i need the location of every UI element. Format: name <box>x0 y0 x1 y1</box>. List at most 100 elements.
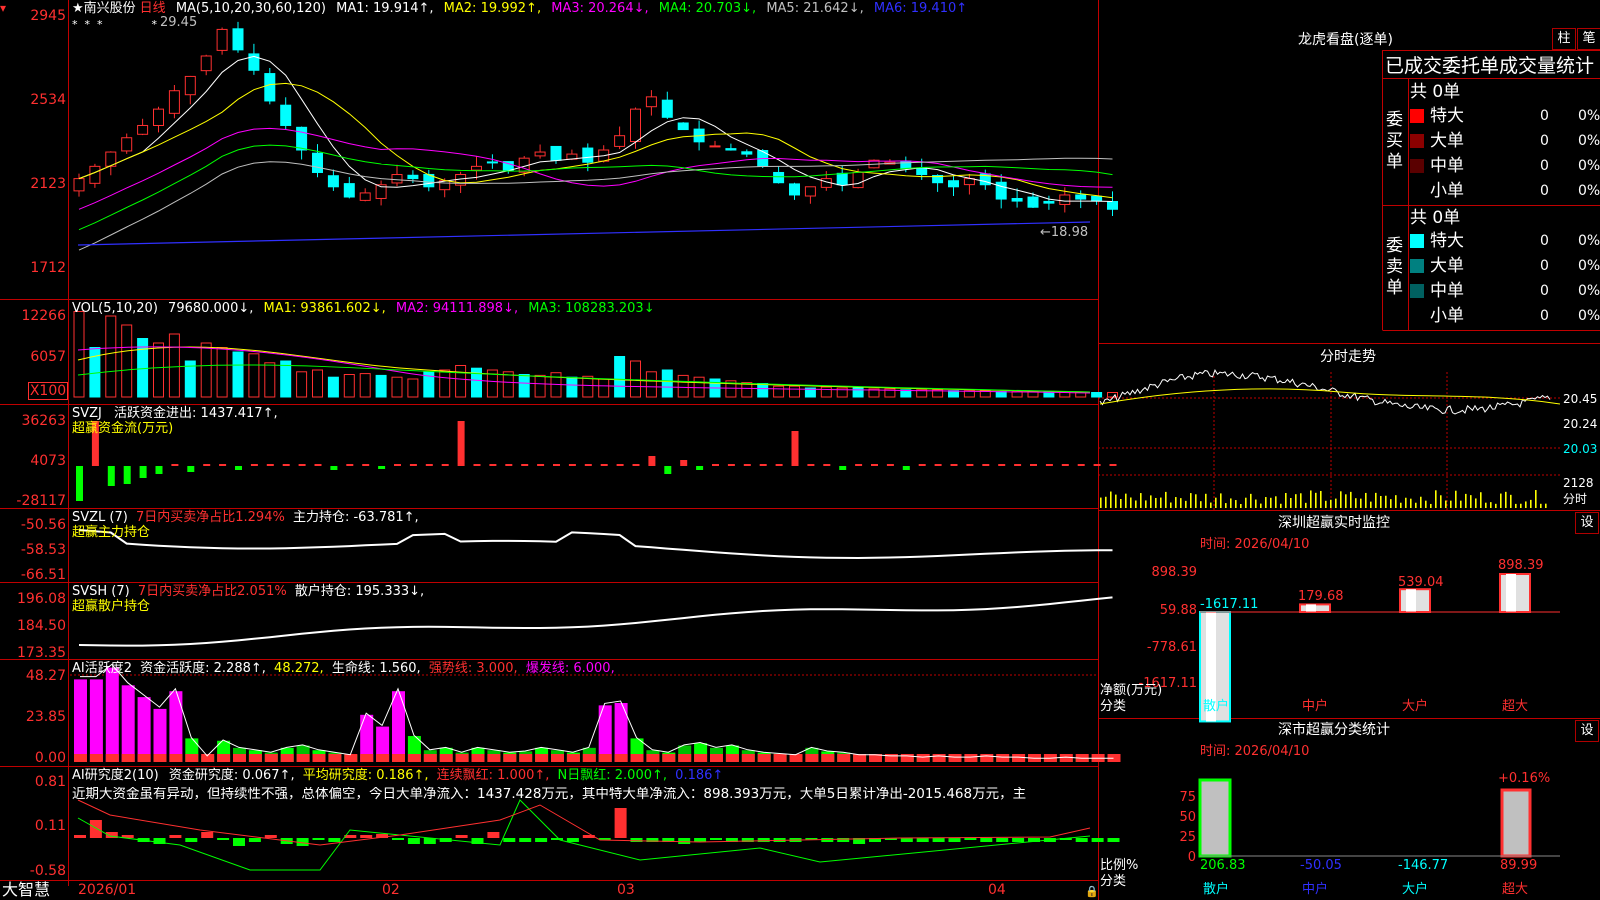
volume-bar <box>582 375 594 398</box>
research-bar <box>1107 838 1120 842</box>
intraday-volume-bar <box>1535 490 1537 508</box>
intraday-volume-bar <box>1475 498 1477 508</box>
active-base-bar <box>789 754 803 762</box>
ma5-value: MA5: 21.642↓, <box>766 1 864 16</box>
active-bar <box>74 679 87 762</box>
candle-body <box>343 183 355 198</box>
svzj-bar <box>632 464 640 466</box>
volume-bar <box>121 324 133 398</box>
research-bar <box>678 838 691 844</box>
active-base-bar <box>74 754 87 762</box>
sz-class-value-3: 89.99 <box>1500 858 1538 873</box>
svzj-subtitle: 超赢资金流(万元) <box>72 421 174 436</box>
volume-bar <box>391 376 403 398</box>
svzj-bar <box>1061 464 1069 466</box>
intraday-volume-bar <box>1145 500 1147 508</box>
tick-view-button[interactable]: 笔 <box>1577 28 1600 50</box>
active-base-bar <box>471 754 485 762</box>
research-bar <box>694 838 707 842</box>
candle-body <box>232 28 244 51</box>
ma1-value: MA1: 19.914↑, <box>336 1 434 16</box>
intraday-volume-bar <box>1320 490 1322 508</box>
intraday-volume-bar <box>1330 499 1332 508</box>
svzj-bar <box>1109 464 1117 466</box>
sz-monitor-bar-highlight <box>1406 589 1416 612</box>
volume-bar <box>757 383 769 398</box>
active-base-bar <box>455 754 469 762</box>
research-bar <box>503 838 516 842</box>
stock-name[interactable]: ★南兴股份 <box>72 1 136 16</box>
svzj-bar <box>998 464 1006 466</box>
active-base-bar <box>805 754 819 762</box>
sz-value-2: 539.04 <box>1398 575 1444 590</box>
intraday-volume-bar <box>1350 491 1352 508</box>
active-base-bar <box>407 754 421 762</box>
longhu-title: 龙虎看盘(逐单) <box>1298 32 1393 48</box>
active-base-bar <box>344 754 358 762</box>
sz-monitor-bar-highlight <box>1506 574 1516 612</box>
ma6-value: MA6: 19.410↑ <box>873 1 968 16</box>
research-label: AI研究度2(10) <box>72 768 159 783</box>
intraday-volume-bar <box>1300 493 1302 508</box>
active-base-bar <box>725 754 739 762</box>
svzj-bar <box>330 466 338 470</box>
svzl-axis-0: -50.56 <box>20 517 66 533</box>
svzj-bar <box>537 464 545 466</box>
volume-bar <box>168 333 180 398</box>
active-base-bar <box>185 754 199 762</box>
sell-color-swatch <box>1410 309 1424 323</box>
svsh-axis-2: 173.35 <box>17 645 66 661</box>
research-bar <box>900 838 913 842</box>
svzj-bar <box>839 466 847 470</box>
sz-monitor-settings-button[interactable]: 设 <box>1575 512 1599 534</box>
intraday-volume-bar <box>1190 493 1192 508</box>
kline-chart-canvas[interactable] <box>0 0 1600 900</box>
volume-bar <box>248 353 260 398</box>
sz-class-axis-2: 25 <box>1179 830 1196 845</box>
volume-ma3: MA3: 108283.203↓ <box>528 301 655 316</box>
intraday-volume-bar <box>1470 495 1472 508</box>
volume-bar <box>948 390 959 398</box>
sz-value-0: -1617.11 <box>1200 597 1259 612</box>
svzj-bar <box>346 464 354 466</box>
research-bar <box>932 838 945 842</box>
period-label[interactable]: 日线 <box>140 1 166 16</box>
svzj-bar <box>855 464 863 466</box>
active-base-bar <box>741 754 755 762</box>
svsh-header: SVSH (7) 7日内买卖净占比2.051% 散户持仓: 195.333↓, <box>72 584 424 599</box>
intraday-volume-bar <box>1230 498 1232 508</box>
candle-body <box>73 178 85 192</box>
svzj-header: SVZJ 活跃资金进出: 1437.417↑, <box>72 406 278 421</box>
candle-body <box>963 178 975 186</box>
sz-value-1: 179.68 <box>1298 589 1344 604</box>
sz-class-cat-0: 散户 <box>1203 882 1230 897</box>
candle-body <box>725 148 737 151</box>
sz-monitor-xlabel: 分类 <box>1100 699 1127 714</box>
buy-color-swatch <box>1410 134 1424 148</box>
research-comment: 近期大资金虽有异动，但持续性不强，总体偏空，今日大单净流入：1437.428万元… <box>72 787 1027 802</box>
volume-bar <box>741 382 753 398</box>
candle-body <box>916 167 928 176</box>
sz-monitor-ylabel: 净额(万元) <box>1100 683 1163 698</box>
sell-row: 大单 0 0% <box>1410 255 1600 277</box>
svzj-bar <box>1077 464 1085 466</box>
candle-body <box>804 186 816 197</box>
active-base-bar <box>264 754 278 762</box>
active-base-bar <box>964 754 978 762</box>
svzj-label: SVZJ <box>72 406 102 421</box>
buy-row-pct: 0% <box>1578 158 1600 174</box>
svzj-bar <box>584 464 592 466</box>
sz-class-settings-button[interactable]: 设 <box>1575 720 1599 742</box>
intraday-volume-bar <box>1510 494 1512 508</box>
sell-row-count: 0 <box>1540 258 1549 274</box>
active-base-bar <box>360 754 374 762</box>
date-tick-0: 2026/01 <box>78 882 137 898</box>
candle-body <box>280 104 292 126</box>
volume-unit-button[interactable]: X100 <box>28 382 68 400</box>
sell-row: 特大 0 0% <box>1410 230 1600 252</box>
lock-icon[interactable]: 🔒 <box>1085 884 1099 899</box>
column-view-button[interactable]: 柱 <box>1552 28 1576 50</box>
volume-bar <box>153 342 164 398</box>
active-base-bar <box>821 754 835 762</box>
svzj-bar <box>362 464 370 466</box>
